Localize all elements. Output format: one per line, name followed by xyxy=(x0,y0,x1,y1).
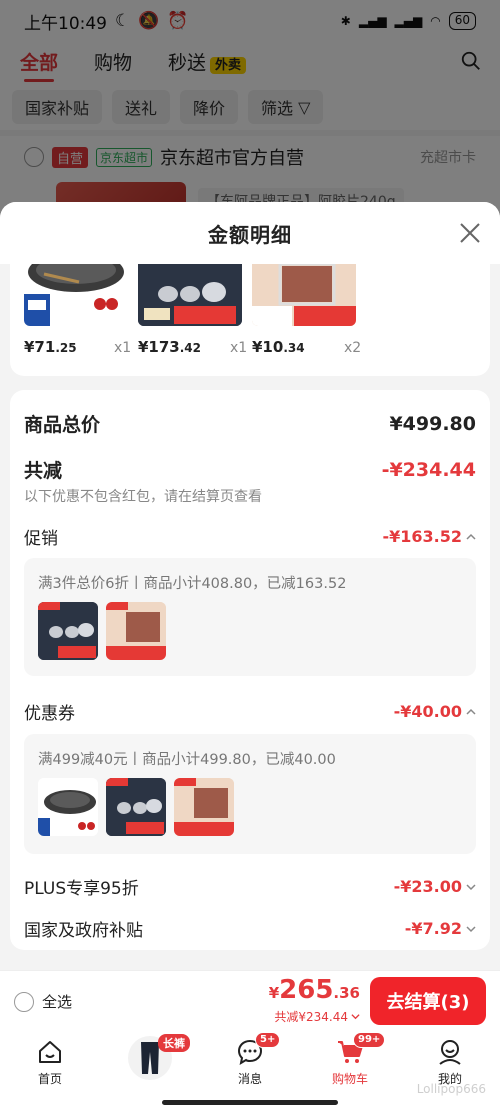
promo-label: 促销 xyxy=(24,529,58,549)
plus-value-wrap: -¥23.00 xyxy=(394,877,476,896)
product-price: ¥71.25 xyxy=(24,338,77,356)
subsidy-row[interactable]: 国家及政府补贴 -¥7.92 xyxy=(24,916,476,941)
total-block: ¥265.36 共减¥234.44 xyxy=(269,975,360,1025)
subsidy-label: 国家及政府补贴 xyxy=(24,921,143,941)
bottom-tab-bar: 首页 长裤 消息 5+ 购物车 99+ 我的 xyxy=(0,1030,500,1111)
sheet-header: 金额明细 xyxy=(0,202,500,264)
home-indicator[interactable] xyxy=(162,1100,338,1105)
product-qty: x2 xyxy=(344,340,362,356)
plus-row[interactable]: PLUS专享95折 -¥23.00 xyxy=(24,874,476,899)
product-price-dec: .34 xyxy=(283,341,305,355)
coupon-item-thumb[interactable] xyxy=(38,778,98,836)
tab-home-label: 首页 xyxy=(37,1072,62,1086)
watermark: Lollipop666 xyxy=(416,1082,486,1096)
tab-cart[interactable]: 购物车 99+ xyxy=(310,1032,390,1087)
product-qty: x1 xyxy=(230,340,248,356)
checkout-button[interactable]: 去结算(3) xyxy=(370,977,486,1025)
product-item[interactable] xyxy=(138,264,242,326)
home-icon xyxy=(39,1041,61,1063)
product-price-int: ¥173 xyxy=(138,338,180,356)
promo-detail-box: 满3件总价6折丨商品小计408.80，已减163.52 xyxy=(24,558,476,676)
tea-set-thumb-icon xyxy=(106,778,166,836)
profile-icon xyxy=(439,1040,461,1065)
coupon-detail-text: 满499减40元丨商品小计499.80，已减40.00 xyxy=(38,752,336,768)
select-all-label: 全选 xyxy=(42,993,73,1011)
coupon-row[interactable]: 优惠券 -¥40.00 xyxy=(24,699,476,724)
product-image xyxy=(24,264,128,326)
promo-detail-text: 满3件总价6折丨商品小计408.80，已减163.52 xyxy=(38,576,347,592)
promo-item-thumb[interactable] xyxy=(106,602,166,660)
plus-value: -¥23.00 xyxy=(393,877,462,896)
coupon-detail-box: 满499减40元丨商品小计499.80，已减40.00 xyxy=(24,734,476,854)
close-icon[interactable] xyxy=(458,221,482,245)
messages-badge: 5+ xyxy=(255,1032,281,1048)
goods-total-value: ¥499.80 xyxy=(389,412,476,435)
total-dec: .36 xyxy=(333,984,360,1002)
total-int: 265 xyxy=(279,975,334,1005)
jar-thumb-icon xyxy=(106,602,166,660)
coupon-label: 优惠券 xyxy=(24,704,75,724)
chevron-down-icon[interactable] xyxy=(466,924,476,934)
total-saved[interactable]: 共减¥234.44 xyxy=(269,1008,360,1025)
product-image xyxy=(138,264,242,326)
coupon-value-wrap: -¥40.00 xyxy=(394,702,476,721)
promo-value-wrap: -¥163.52 xyxy=(382,527,476,546)
select-all-toggle[interactable]: 全选 xyxy=(14,991,72,1012)
product-price-int: ¥10 xyxy=(252,338,284,356)
tea-set-thumb-icon xyxy=(38,602,98,660)
plus-label: PLUS专享95折 xyxy=(24,879,139,899)
product-price: ¥10.34 xyxy=(252,338,305,356)
chevron-down-icon xyxy=(351,1014,360,1020)
promo-item-thumb[interactable] xyxy=(38,602,98,660)
coupon-item-thumb[interactable] xyxy=(174,778,234,836)
product-item[interactable] xyxy=(24,264,128,326)
jar-thumb-icon xyxy=(174,778,234,836)
products-strip: ¥71.25 x1 ¥173.42 x1 ¥10.34 x2 xyxy=(10,264,490,376)
total-saved-text: 共减¥234.44 xyxy=(274,1010,348,1024)
pants-label: 长裤 xyxy=(158,1034,190,1052)
tab-profile[interactable]: 我的 xyxy=(410,1038,490,1087)
promo-row[interactable]: 促销 -¥163.52 xyxy=(24,524,476,549)
subsidy-value-wrap: -¥7.92 xyxy=(405,919,476,938)
chevron-down-icon[interactable] xyxy=(466,882,476,892)
tea-set-image-icon xyxy=(138,264,242,326)
chevron-up-icon[interactable] xyxy=(466,707,476,717)
goods-total-label: 商品总价 xyxy=(24,414,101,436)
coupon-value: -¥40.00 xyxy=(393,702,462,721)
coupon-item-thumb[interactable] xyxy=(106,778,166,836)
cart-badge: 99+ xyxy=(353,1032,386,1048)
discount-row: 共减 -¥234.44 xyxy=(24,456,476,483)
pan-image-icon xyxy=(24,264,124,326)
chevron-up-icon[interactable] xyxy=(466,532,476,542)
tab-cart-label: 购物车 xyxy=(331,1072,368,1086)
promo-value: -¥163.52 xyxy=(382,527,462,546)
discount-note: 以下优惠不包含红包，请在结算页查看 xyxy=(24,489,262,505)
tab-messages-label: 消息 xyxy=(237,1072,262,1086)
discount-value: -¥234.44 xyxy=(381,458,476,481)
sheet-title: 金额明细 xyxy=(208,222,292,247)
goods-total-row: 商品总价 ¥499.80 xyxy=(24,410,476,437)
subsidy-value: -¥7.92 xyxy=(404,919,462,938)
amount-detail-card: 商品总价 ¥499.80 共减 -¥234.44 以下优惠不包含红包，请在结算页… xyxy=(10,390,490,950)
product-price-dec: .25 xyxy=(55,341,77,355)
tab-home[interactable]: 首页 xyxy=(10,1038,90,1087)
product-item[interactable] xyxy=(252,264,356,326)
product-price-dec: .42 xyxy=(179,341,202,355)
product-image xyxy=(252,264,356,326)
product-price-int: ¥71 xyxy=(24,338,56,356)
product-price: ¥173.42 xyxy=(138,338,201,356)
tab-messages[interactable]: 消息 5+ xyxy=(210,1032,290,1087)
total-price: ¥265.36 xyxy=(269,975,360,1008)
jar-image-icon xyxy=(252,264,356,326)
checkout-bar: 全选 ¥265.36 共减¥234.44 去结算(3) xyxy=(0,970,500,1030)
total-currency: ¥ xyxy=(268,984,280,1002)
product-qty: x1 xyxy=(114,340,132,356)
pan-thumb-icon xyxy=(38,778,98,836)
select-all-checkbox[interactable] xyxy=(14,991,34,1012)
discount-label: 共减 xyxy=(24,460,63,482)
